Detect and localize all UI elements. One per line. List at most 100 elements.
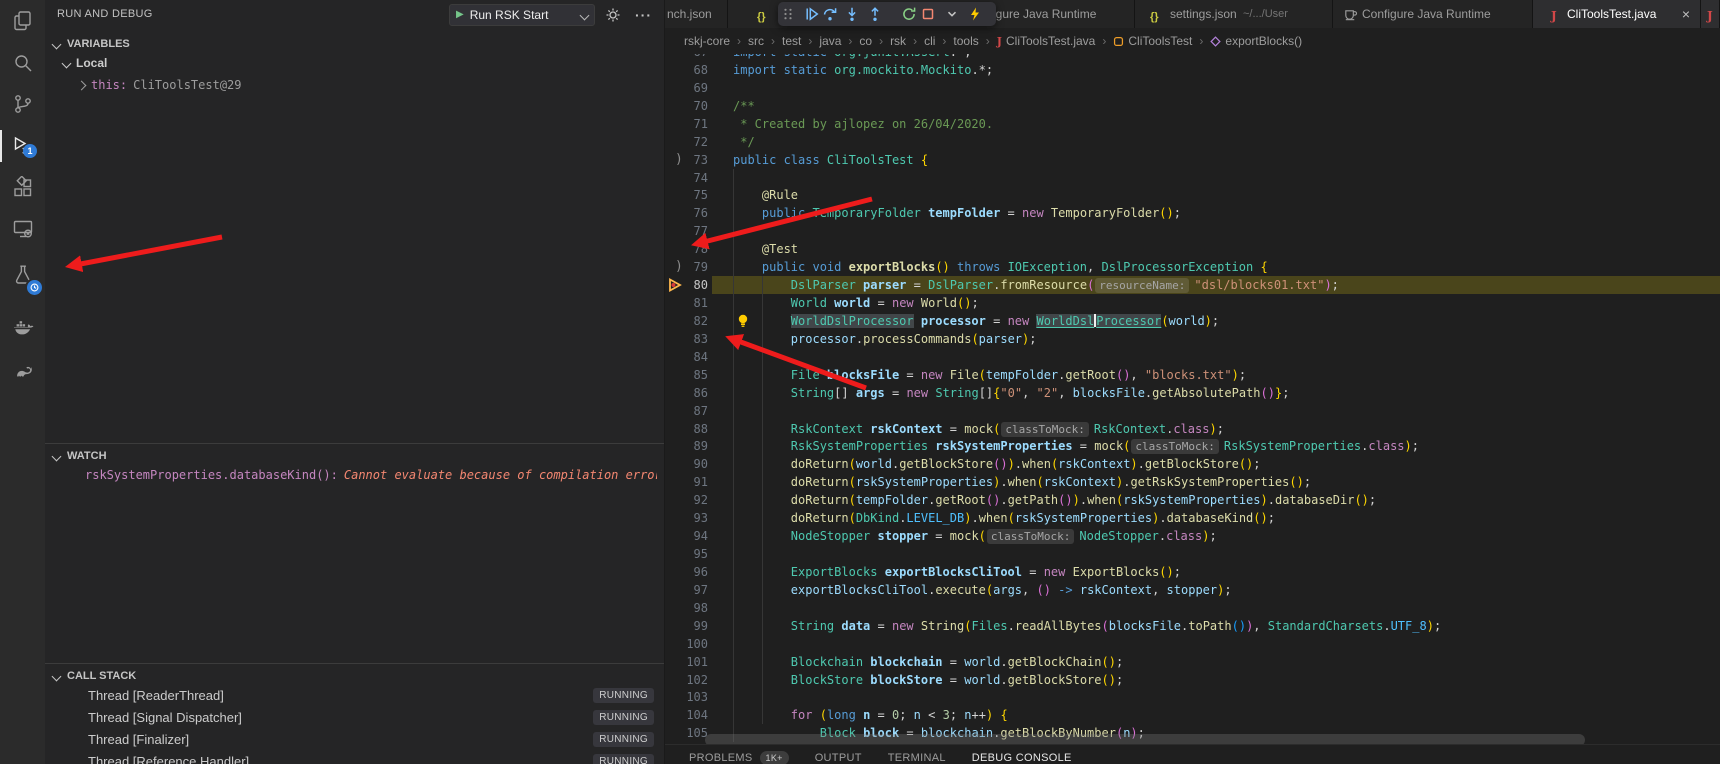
breadcrumb-item[interactable]: cli	[924, 34, 935, 48]
line-number[interactable]: 69	[665, 79, 708, 97]
line-number[interactable]: 87	[665, 402, 708, 420]
line-number[interactable]: 94	[665, 527, 708, 545]
editor-tab-overflow[interactable]: J	[1701, 0, 1720, 28]
code-line[interactable]: 102 BlockStore blockStore = world.getBlo…	[665, 671, 1720, 689]
code-line[interactable]: 72 */	[665, 133, 1720, 151]
line-number[interactable]: 92	[665, 491, 708, 509]
line-number[interactable]: 74	[665, 169, 708, 187]
activity-item-explorer[interactable]	[0, 5, 45, 37]
chevron-down-icon[interactable]	[944, 6, 960, 22]
code-line[interactable]: 80 DslParser parser = DslParser.fromReso…	[665, 276, 1720, 294]
activity-item-source-control[interactable]	[0, 88, 45, 120]
editor-tab-CliToolsTest.java[interactable]: JCliToolsTest.java×	[1533, 0, 1701, 28]
section-divider[interactable]	[45, 663, 664, 664]
breadcrumb-item[interactable]: src	[748, 34, 764, 48]
code-line[interactable]: 83 processor.processCommands(parser);	[665, 330, 1720, 348]
code-line[interactable]: 95	[665, 545, 1720, 563]
code-line[interactable]: 81 World world = new World();	[665, 294, 1720, 312]
panel-tab-problems[interactable]: PROBLEMS1K+	[689, 751, 789, 764]
gear-icon[interactable]	[605, 7, 621, 23]
editor-tab-settings.json[interactable]: {}settings.json~/.../User	[1135, 0, 1333, 28]
code-line[interactable]: 92 doReturn(tempFolder.getRoot().getPath…	[665, 491, 1720, 509]
line-number[interactable]: 82	[665, 312, 708, 330]
line-number[interactable]: 81	[665, 294, 708, 312]
line-number[interactable]: 90	[665, 455, 708, 473]
line-number[interactable]: 91	[665, 473, 708, 491]
code-line[interactable]: 84	[665, 348, 1720, 366]
code-line[interactable]: 78 @Test	[665, 240, 1720, 258]
code-line[interactable]: 93 doReturn(DbKind.LEVEL_DB).when(rskSys…	[665, 509, 1720, 527]
code-line[interactable]: 96 ExportBlocks exportBlocksCliTool = ne…	[665, 563, 1720, 581]
code-line[interactable]: 100	[665, 635, 1720, 653]
editor-tab-Configure Java Runtime[interactable]: Configure Java Runtime	[1333, 0, 1533, 28]
line-number[interactable]: 93	[665, 509, 708, 527]
code-line[interactable]: 85 File blocksFile = new File(tempFolder…	[665, 366, 1720, 384]
line-number[interactable]: 99	[665, 617, 708, 635]
activity-item-gradle[interactable]	[0, 355, 45, 387]
line-number[interactable]: 71	[665, 115, 708, 133]
code-line[interactable]: 82 WorldDslProcessor processor = new Wor…	[665, 312, 1720, 330]
variables-section-header[interactable]: VARIABLES	[45, 34, 664, 54]
line-number[interactable]: 73	[665, 151, 708, 169]
line-number[interactable]: 96	[665, 563, 708, 581]
code-line[interactable]: 91 doReturn(rskSystemProperties).when(rs…	[665, 473, 1720, 491]
launch-config-dropdown[interactable]: ▶ Run RSK Start	[449, 4, 595, 26]
call-stack-section-header[interactable]: CALL STACK	[45, 666, 664, 686]
panel-tab-terminal[interactable]: TERMINAL	[888, 752, 946, 764]
line-number[interactable]: 78	[665, 240, 708, 258]
step-over-icon[interactable]	[822, 6, 838, 22]
code-line[interactable]: 69	[665, 79, 1720, 97]
code-line[interactable]: 70/**	[665, 97, 1720, 115]
breadcrumb-item[interactable]: java	[819, 34, 841, 48]
code-line[interactable]: 71 * Created by ajlopez on 26/04/2020.	[665, 115, 1720, 133]
line-number[interactable]: 68	[665, 61, 708, 79]
line-number[interactable]: 98	[665, 599, 708, 617]
code-line[interactable]: 89 RskSystemProperties rskSystemProperti…	[665, 437, 1720, 455]
code-line[interactable]: 90 doReturn(world.getBlockStore()).when(…	[665, 455, 1720, 473]
breadcrumb-item[interactable]: test	[782, 34, 801, 48]
more-actions-icon[interactable]: ···	[635, 7, 652, 23]
start-debug-icon[interactable]: ▶	[456, 10, 464, 20]
code-line[interactable]: )79 public void exportBlocks() throws IO…	[665, 258, 1720, 276]
code-line[interactable]: 101 Blockchain blockchain = world.getBlo…	[665, 653, 1720, 671]
stop-icon[interactable]	[920, 6, 936, 22]
code-line[interactable]: 77	[665, 222, 1720, 240]
drag-grip-icon[interactable]	[780, 6, 796, 22]
breadcrumb-item[interactable]: co	[859, 34, 872, 48]
close-icon[interactable]: ×	[1682, 6, 1690, 22]
line-number[interactable]: 83	[665, 330, 708, 348]
code-line[interactable]: 75 @Rule	[665, 186, 1720, 204]
code-line[interactable]: 103	[665, 688, 1720, 706]
line-number[interactable]: 104	[665, 706, 708, 724]
watch-section-header[interactable]: WATCH	[45, 446, 664, 466]
breadcrumb-item[interactable]: CliToolsTest	[1113, 34, 1192, 48]
line-number[interactable]: 103	[665, 688, 708, 706]
line-number[interactable]: 88	[665, 420, 708, 438]
line-number[interactable]: 101	[665, 653, 708, 671]
editor-tab-nch.json[interactable]: nch.json	[665, 0, 728, 28]
line-number[interactable]: 75	[665, 186, 708, 204]
hot-code-replace-icon[interactable]	[967, 6, 983, 22]
code-line[interactable]: 74	[665, 169, 1720, 187]
line-number[interactable]: 84	[665, 348, 708, 366]
line-number[interactable]: 89	[665, 437, 708, 455]
line-number[interactable]: 97	[665, 581, 708, 599]
watch-expression-row[interactable]: rskSystemProperties.databaseKind(): Cann…	[85, 468, 657, 482]
breadcrumb-item[interactable]: rskj-core	[684, 34, 730, 48]
code-line[interactable]: 98	[665, 599, 1720, 617]
activity-item-remote-explorer[interactable]	[0, 213, 45, 245]
step-out-icon[interactable]	[867, 6, 883, 22]
call-stack-thread-row[interactable]: Thread [Finalizer]RUNNING	[45, 728, 664, 750]
breadcrumb-item[interactable]: JCliToolsTest.java	[997, 34, 1096, 48]
activity-item-search[interactable]	[0, 47, 45, 79]
line-number[interactable]: 77	[665, 222, 708, 240]
code-line[interactable]: 88 RskContext rskContext = mock(classToM…	[665, 420, 1720, 438]
code-area[interactable]: 67import static org.junit.Assert.*;68imp…	[665, 0, 1720, 764]
line-number[interactable]: 85	[665, 366, 708, 384]
step-into-icon[interactable]	[844, 6, 860, 22]
line-number[interactable]: 100	[665, 635, 708, 653]
call-stack-thread-row[interactable]: Thread [ReaderThread]RUNNING	[45, 684, 664, 706]
breadcrumb-item[interactable]: exportBlocks()	[1210, 34, 1302, 48]
breadcrumb-item[interactable]: tools	[953, 34, 978, 48]
activity-item-extensions[interactable]	[0, 172, 45, 204]
